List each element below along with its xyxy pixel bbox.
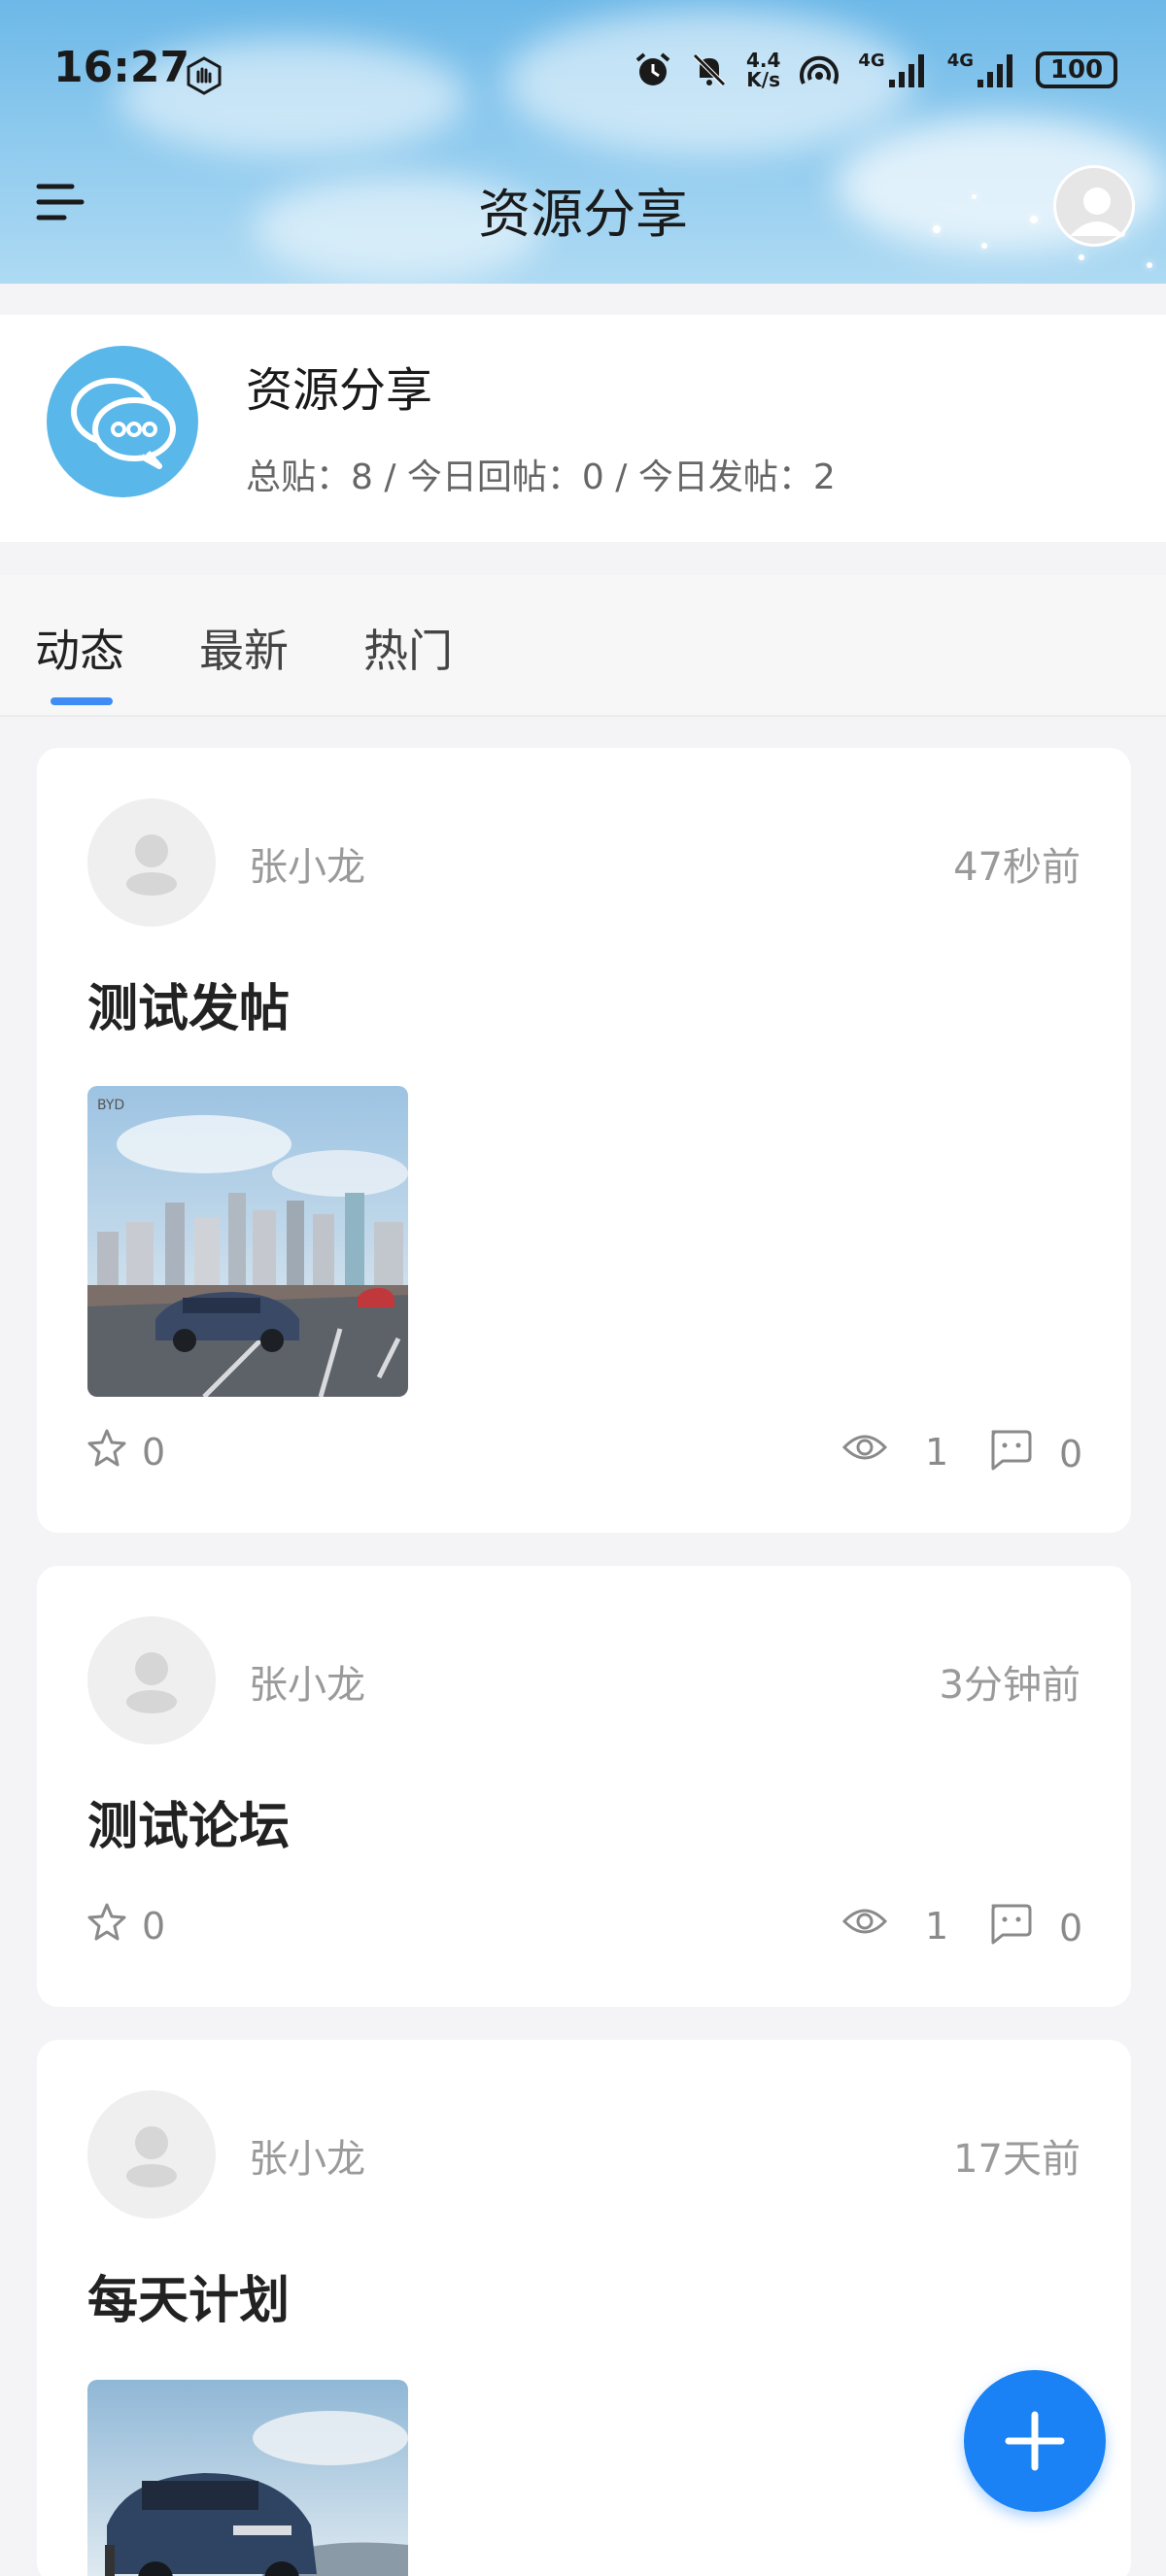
- post-time: 17天前: [953, 2137, 1080, 2182]
- tab-indicator: [51, 697, 113, 705]
- post-image[interactable]: BYD: [87, 1086, 408, 1397]
- comment-icon: [987, 1902, 1032, 1953]
- gesture-icon: [185, 56, 223, 99]
- brand-logo: BYD: [97, 1098, 124, 1113]
- eye-icon: [841, 1428, 888, 1475]
- alarm-icon: [634, 51, 672, 89]
- comments-stat[interactable]: 0: [987, 1428, 1082, 1479]
- post-image[interactable]: [87, 2380, 408, 2576]
- comments-count: 0: [1059, 1432, 1083, 1475]
- status-time: 16:27: [53, 43, 190, 92]
- post-title[interactable]: 测试论坛: [87, 1785, 290, 1858]
- views-count: 1: [925, 1904, 949, 1948]
- post-time: 47秒前: [953, 845, 1080, 890]
- comments-count: 0: [1059, 1906, 1083, 1949]
- post-title[interactable]: 测试发帖: [87, 967, 290, 1040]
- views-stat: 1: [841, 1902, 948, 1949]
- plus-icon: [964, 2370, 1106, 2516]
- post-card[interactable]: 张小龙 3分钟前 测试论坛 0 1 0: [37, 1566, 1131, 2007]
- eye-icon: [841, 1902, 888, 1949]
- tab-latest[interactable]: 最新: [199, 616, 289, 680]
- chat-bubble-icon: [47, 346, 198, 497]
- star-stat[interactable]: 0: [87, 1428, 165, 1475]
- post-author[interactable]: 张小龙: [249, 1653, 365, 1710]
- add-post-button[interactable]: [964, 2370, 1106, 2512]
- star-count: 0: [142, 1904, 166, 1948]
- tab-bar: 动态 最新 热门: [0, 575, 1166, 717]
- net-speed: 4.4 K/s: [745, 49, 781, 91]
- post-author[interactable]: 张小龙: [249, 2127, 365, 2184]
- comment-icon: [987, 1428, 1032, 1479]
- avatar[interactable]: [87, 2090, 216, 2219]
- comments-stat[interactable]: 0: [987, 1902, 1082, 1953]
- post-card[interactable]: 张小龙 47秒前 测试发帖 BYD 0 1 0: [37, 748, 1131, 1533]
- tab-hot[interactable]: 热门: [363, 616, 453, 680]
- status-bar: 16:27 4.4 K/s 4G 4G 100: [0, 0, 1166, 146]
- forum-name: 资源分享: [246, 363, 433, 418]
- mute-icon: [690, 51, 729, 89]
- post-author[interactable]: 张小龙: [249, 835, 365, 892]
- star-stat[interactable]: 0: [87, 1902, 165, 1949]
- views-stat: 1: [841, 1428, 948, 1475]
- star-count: 0: [142, 1430, 166, 1474]
- page-title: 资源分享: [478, 184, 688, 245]
- signal-icon: 4G: [858, 51, 929, 89]
- avatar[interactable]: [87, 798, 216, 927]
- post-title[interactable]: 每天计划: [87, 2259, 290, 2332]
- battery-icon: 100: [1036, 51, 1117, 88]
- hotspot-icon: [798, 51, 840, 89]
- views-count: 1: [925, 1430, 949, 1474]
- post-time: 3分钟前: [939, 1663, 1080, 1708]
- forum-stats: 总贴：8 / 今日回帖：0 / 今日发帖：2: [246, 458, 836, 497]
- signal-icon-2: 4G: [947, 51, 1018, 89]
- avatar[interactable]: [87, 1616, 216, 1745]
- tab-dynamic[interactable]: 动态: [35, 616, 124, 680]
- star-icon: [87, 1902, 126, 1949]
- user-avatar-icon[interactable]: [1053, 165, 1135, 247]
- star-icon: [87, 1428, 126, 1475]
